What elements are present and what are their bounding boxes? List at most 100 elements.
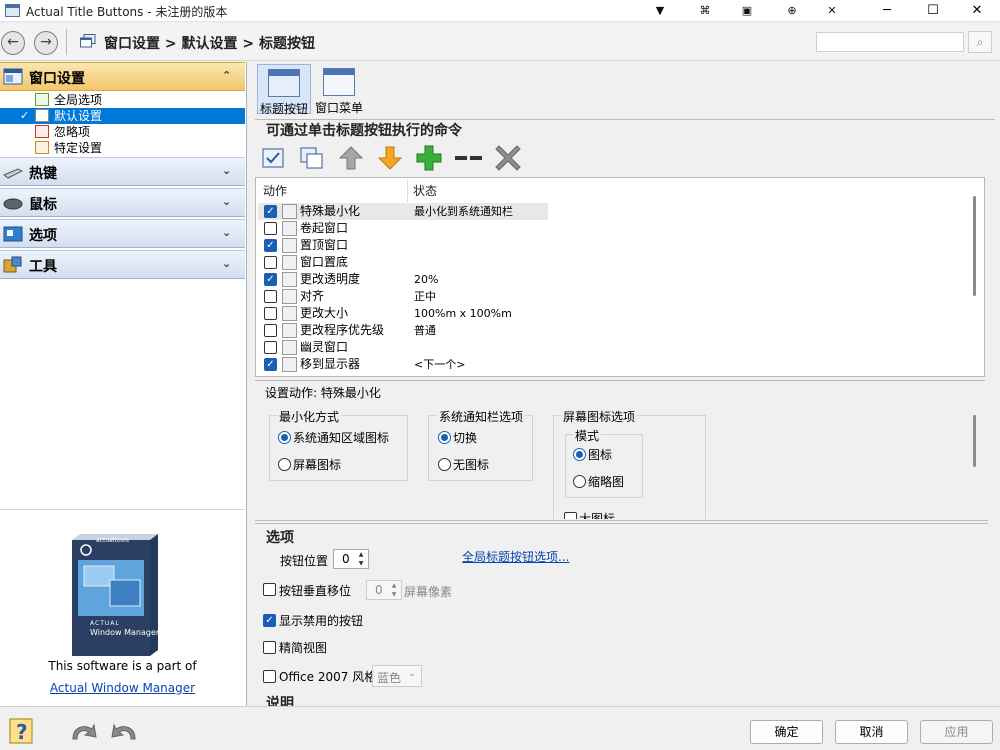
table-row[interactable]: ✓ 移到显示器 <下一个> <box>258 356 548 373</box>
vertical-offset-checkbox[interactable] <box>263 583 276 596</box>
large-icon-checkbox[interactable] <box>564 512 577 519</box>
section-tools[interactable]: 工具 ⌄ <box>0 250 245 279</box>
apply-button[interactable]: 应用 <box>920 720 993 744</box>
row-checkbox[interactable]: ✓ <box>264 273 277 286</box>
product-brand: actualtools <box>96 537 129 544</box>
spin-up-icon[interactable]: ▲ <box>354 550 368 559</box>
compact-view-checkbox[interactable] <box>263 641 276 654</box>
tree-item-exclusions[interactable]: 忽略项 <box>0 124 245 140</box>
tree-item-global-options[interactable]: 全局选项 <box>0 92 245 108</box>
table-row[interactable]: 窗口置底 <box>258 254 548 271</box>
chevron-up-icon[interactable]: ⌃ <box>222 69 231 82</box>
splitter[interactable] <box>255 520 988 524</box>
table-row[interactable]: 更改程序优先级 普通 <box>258 322 548 339</box>
row-checkbox[interactable]: ✓ <box>264 205 277 218</box>
tree-item-specific-settings[interactable]: 特定设置 <box>0 140 245 156</box>
redo-icon[interactable] <box>110 719 138 743</box>
tray-options-title: 系统通知栏选项 <box>437 408 526 425</box>
tab-title-buttons[interactable]: 标题按钮 <box>257 64 311 116</box>
close-button[interactable]: ✕ <box>954 0 1000 22</box>
radio-icon-mode[interactable] <box>573 448 586 461</box>
delete-icon[interactable] <box>494 144 522 172</box>
radio-thumbnail-mode[interactable] <box>573 475 586 488</box>
table-row[interactable]: 幽灵窗口 <box>258 339 548 356</box>
rollup-title-button[interactable]: ⌘ <box>690 0 720 22</box>
title-bar: Actual Title Buttons - 未注册的版本 ▼ ⌘ ▣ ⊕ ✕ … <box>0 0 1000 22</box>
check-all-icon[interactable] <box>260 144 288 172</box>
move-up-icon[interactable] <box>337 144 365 172</box>
action-settings-scrollbar[interactable] <box>973 415 976 467</box>
spin-down-icon[interactable]: ▼ <box>354 559 368 568</box>
vertical-offset-spinner[interactable]: 0 ▲ ▼ <box>366 580 402 600</box>
maximize-button[interactable]: ☐ <box>910 0 956 22</box>
table-row[interactable]: ✓ 特殊最小化 最小化到系统通知栏 <box>258 203 548 220</box>
column-header-state[interactable]: 状态 <box>413 182 437 199</box>
list-scrollbar[interactable] <box>973 196 976 296</box>
row-checkbox[interactable] <box>264 256 277 269</box>
table-row[interactable]: ✓ 更改透明度 20% <box>258 271 548 288</box>
forward-button[interactable]: → <box>34 31 58 55</box>
office-style-checkbox[interactable] <box>263 670 276 683</box>
radio-screen-icon[interactable] <box>278 458 291 471</box>
office-color-select[interactable]: 蓝色 ⌄ <box>372 665 422 687</box>
row-checkbox[interactable]: ✓ <box>264 358 277 371</box>
row-checkbox[interactable] <box>264 290 277 303</box>
tree-item-default-settings[interactable]: ✓ 默认设置 <box>0 108 245 124</box>
screen-icon-options-title: 屏幕图标选项 <box>561 408 638 425</box>
product-link[interactable]: Actual Window Manager <box>0 681 245 695</box>
nav-divider <box>66 29 67 55</box>
column-header-action[interactable]: 动作 <box>263 182 287 199</box>
ghost-close-title-button[interactable]: ✕ <box>817 0 847 22</box>
move-down-icon[interactable] <box>376 144 404 172</box>
title-buttons-icon <box>268 69 300 97</box>
section-mouse[interactable]: 鼠标 ⌄ <box>0 188 245 217</box>
button-position-spinner[interactable]: 0 ▲ ▼ <box>333 549 369 569</box>
list-rows: ✓ 特殊最小化 最小化到系统通知栏 卷起窗口 ✓ 置顶窗口 窗口置底 ✓ 更改透明度 20% 对齐 正… <box>256 203 556 375</box>
copy-icon[interactable] <box>298 144 326 172</box>
spin-up-icon[interactable]: ▲ <box>387 581 401 590</box>
table-row[interactable]: 卷起窗口 <box>258 220 548 237</box>
tab-window-menu[interactable]: 窗口菜单 <box>313 64 365 115</box>
global-title-buttons-link[interactable]: 全局标题按钮选项... <box>462 548 569 565</box>
pin-title-button[interactable]: ⊕ <box>777 0 807 22</box>
chevron-down-icon[interactable]: ⌄ <box>222 195 231 208</box>
search-input[interactable] <box>816 32 964 52</box>
action-icon <box>282 357 297 372</box>
minimize-to-tray-title-button[interactable]: ▼ <box>645 0 675 22</box>
radio-no-icon[interactable] <box>438 458 451 471</box>
undo-icon[interactable] <box>70 719 98 743</box>
add-icon[interactable] <box>415 144 443 172</box>
chevron-down-icon[interactable]: ⌄ <box>222 164 231 177</box>
table-row[interactable]: 更改大小 100%m x 100%m <box>258 305 548 322</box>
row-checkbox[interactable]: ✓ <box>264 239 277 252</box>
section-hotkeys[interactable]: 热键 ⌄ <box>0 157 245 186</box>
transparency-title-button[interactable]: ▣ <box>732 0 762 22</box>
radio-tray-icon[interactable] <box>278 431 291 444</box>
row-checkbox[interactable] <box>264 307 277 320</box>
section-label: 窗口设置 <box>29 71 85 87</box>
chevron-down-icon[interactable]: ⌄ <box>222 257 231 270</box>
cancel-button[interactable]: 取消 <box>835 720 908 744</box>
separator-icon[interactable] <box>454 144 484 172</box>
tools-icon <box>3 256 22 273</box>
minimize-button[interactable]: ─ <box>864 0 910 22</box>
row-checkbox[interactable] <box>264 341 277 354</box>
section-options[interactable]: 选项 ⌄ <box>0 219 245 248</box>
row-checkbox[interactable] <box>264 324 277 337</box>
row-checkbox[interactable] <box>264 222 277 235</box>
chevron-down-icon[interactable]: ⌄ <box>222 226 231 239</box>
back-button[interactable]: ← <box>1 31 25 55</box>
spin-down-icon[interactable]: ▼ <box>387 590 401 599</box>
radio-toggle[interactable] <box>438 431 451 444</box>
commands-list[interactable]: 动作 状态 ✓ 特殊最小化 最小化到系统通知栏 卷起窗口 ✓ 置顶窗口 窗口置底 ✓ 更改透明度… <box>255 177 985 377</box>
section-window-settings[interactable]: 窗口设置 ⌃ <box>0 62 245 91</box>
product-box-image <box>72 534 158 656</box>
large-icon-option-clipped[interactable]: 大图标 <box>564 511 704 519</box>
search-icon[interactable]: ⌕ <box>968 31 992 53</box>
table-row[interactable]: ✓ 置顶窗口 <box>258 237 548 254</box>
ok-button[interactable]: 确定 <box>750 720 823 744</box>
checkbox-label: 大图标 <box>579 512 616 519</box>
show-disabled-checkbox[interactable]: ✓ <box>263 614 276 627</box>
table-row[interactable]: 对齐 正中 <box>258 288 548 305</box>
help-icon[interactable]: ? <box>7 716 37 746</box>
